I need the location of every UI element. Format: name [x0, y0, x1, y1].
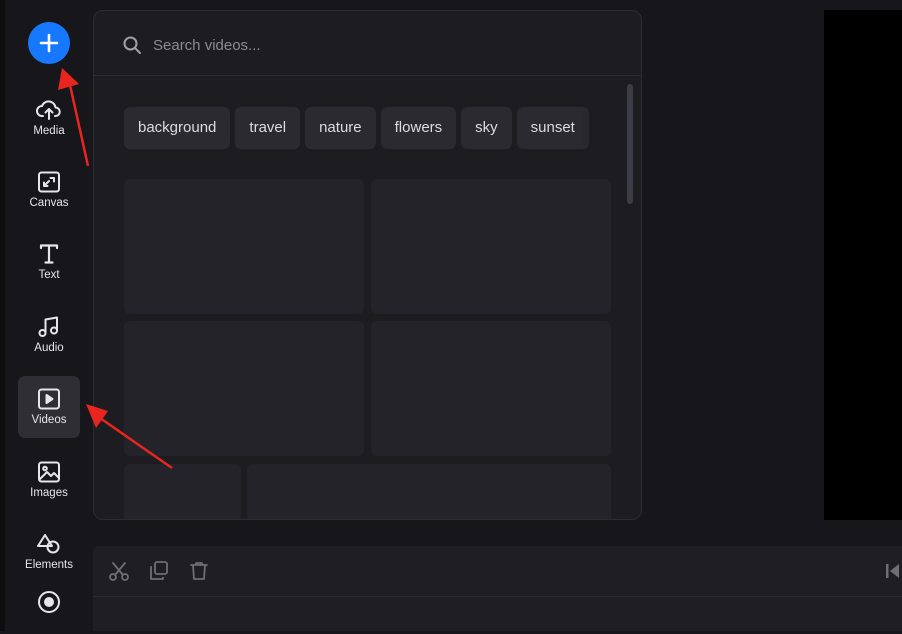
sidebar-item-label: Images	[30, 486, 68, 499]
sidebar-item-label: Audio	[34, 341, 64, 354]
timeline	[93, 546, 902, 631]
sidebar-item-canvas[interactable]: Canvas	[18, 159, 80, 221]
shapes-icon	[37, 533, 60, 553]
chip-sunset[interactable]: sunset	[516, 107, 589, 149]
sidebar-item-media[interactable]: Media	[18, 87, 80, 149]
video-thumbnail[interactable]	[371, 321, 611, 456]
sidebar-item-label: Canvas	[29, 196, 69, 209]
video-thumbnail[interactable]	[371, 179, 611, 314]
chips-fade	[580, 107, 620, 151]
video-thumbnail[interactable]	[124, 321, 364, 456]
sidebar-item-label: Media	[33, 124, 65, 137]
image-icon	[38, 461, 60, 482]
sidebar-item-videos[interactable]: Videos	[18, 376, 80, 438]
sidebar-item-images[interactable]: Images	[18, 449, 80, 511]
plus-icon	[39, 33, 59, 53]
video-play-icon	[38, 388, 60, 409]
sidebar: Media Canvas Text Audio Videos Images El…	[5, 0, 93, 631]
sidebar-item-text[interactable]: Text	[18, 231, 80, 293]
chip-background[interactable]: background	[124, 107, 231, 149]
chip-sky[interactable]: sky	[461, 107, 512, 149]
video-thumbnail[interactable]	[124, 179, 364, 314]
sidebar-item-label: Text	[38, 268, 60, 281]
preview-canvas[interactable]	[824, 10, 902, 520]
video-thumbnail[interactable]	[247, 464, 611, 519]
text-icon	[39, 243, 59, 264]
duplicate-icon[interactable]	[148, 560, 170, 582]
record-icon	[38, 591, 60, 613]
trash-icon[interactable]	[188, 560, 210, 582]
search-icon	[123, 36, 141, 54]
canvas-resize-icon	[38, 171, 60, 192]
search-input[interactable]	[151, 31, 595, 59]
skip-back-icon[interactable]	[884, 560, 902, 582]
chip-nature[interactable]: nature	[305, 107, 376, 149]
sidebar-item-audio[interactable]: Audio	[18, 304, 80, 366]
panel-scrollbar[interactable]	[627, 84, 633, 204]
sidebar-item-label: Elements	[25, 558, 73, 571]
sidebar-item-label: Videos	[31, 413, 67, 426]
videos-panel: backgroundtravelnatureflowersskysunset	[93, 10, 642, 520]
search-bar	[94, 11, 641, 76]
sidebar-item-record[interactable]	[18, 590, 80, 634]
music-note-icon	[38, 316, 58, 337]
video-thumbnail[interactable]	[124, 464, 241, 519]
sidebar-item-elements[interactable]: Elements	[18, 521, 80, 583]
chip-flowers[interactable]: flowers	[380, 107, 457, 149]
scissors-icon[interactable]	[108, 560, 130, 582]
chip-travel[interactable]: travel	[235, 107, 301, 149]
tag-chips: background travel nature flowers sky sunset	[124, 107, 620, 151]
add-button[interactable]	[28, 22, 70, 64]
cloud-upload-icon	[36, 99, 61, 120]
timeline-toolbar	[93, 546, 902, 597]
